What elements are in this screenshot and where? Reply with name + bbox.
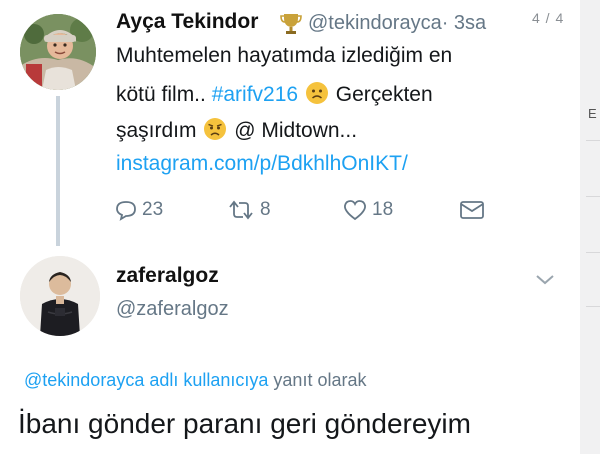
tweet-time: · 3sa (441, 12, 487, 34)
like-count: 18 (372, 199, 394, 220)
retweet-count: 8 (260, 199, 271, 220)
reply-button[interactable]: 23 (114, 196, 163, 224)
reply-author-avatar[interactable] (20, 256, 100, 336)
reply-author-handle[interactable]: @zaferalgoz (116, 298, 229, 321)
tweet-text-line-3: şaşırdım @ Midtown... (116, 118, 358, 142)
sad-face-emoji (305, 82, 328, 104)
reply-context: @tekindorayca adlı kullanıcıya yanıt ola… (24, 370, 367, 390)
author-avatar[interactable] (20, 14, 96, 90)
page-counter: 4 / 4 (532, 10, 565, 26)
anxious-face-emoji (204, 118, 227, 140)
chevron-down-icon[interactable] (534, 272, 556, 288)
like-icon (344, 200, 366, 221)
reply-text: İbanı gönder paranı geri göndereyim (18, 408, 471, 439)
side-panel-divider (586, 196, 600, 197)
tweet-text-line-2: kötü film.. #arifv216 Gerçekten (116, 82, 433, 106)
side-panel-divider (586, 140, 600, 141)
reply-context-mention[interactable]: @tekindorayca adlı kullanıcıya (24, 370, 268, 390)
tweet-text-line-1: Muhtemelen hayatımda izlediğim en (116, 44, 453, 67)
side-panel-divider (586, 306, 600, 307)
tweet-thread-card: 4 / 4 Ayça Tekindor @tekindorayca· 3sa M… (0, 0, 580, 454)
thread-connector-line (56, 96, 60, 246)
like-button[interactable]: 18 (342, 196, 393, 224)
tweet-author-handle[interactable]: @tekindorayca· 3sa (308, 12, 486, 35)
reply-author-name[interactable]: zaferalgoz (116, 264, 219, 288)
reply-icon (116, 201, 136, 221)
tweet-author-name[interactable]: Ayça Tekindor (116, 10, 258, 34)
instagram-link[interactable]: instagram.com/p/BdkhlhOnIKT/ (116, 152, 408, 176)
direct-message-icon (460, 201, 484, 219)
side-panel-letter: E (588, 106, 597, 121)
retweet-icon (229, 200, 253, 220)
retweet-button[interactable]: 8 (226, 196, 271, 224)
hashtag-link[interactable]: #arifv216 (212, 83, 298, 106)
side-panel-divider (586, 252, 600, 253)
direct-message-button[interactable] (458, 196, 490, 224)
trophy-icon (280, 14, 302, 34)
side-panel (580, 0, 600, 454)
reply-count: 23 (142, 199, 164, 220)
